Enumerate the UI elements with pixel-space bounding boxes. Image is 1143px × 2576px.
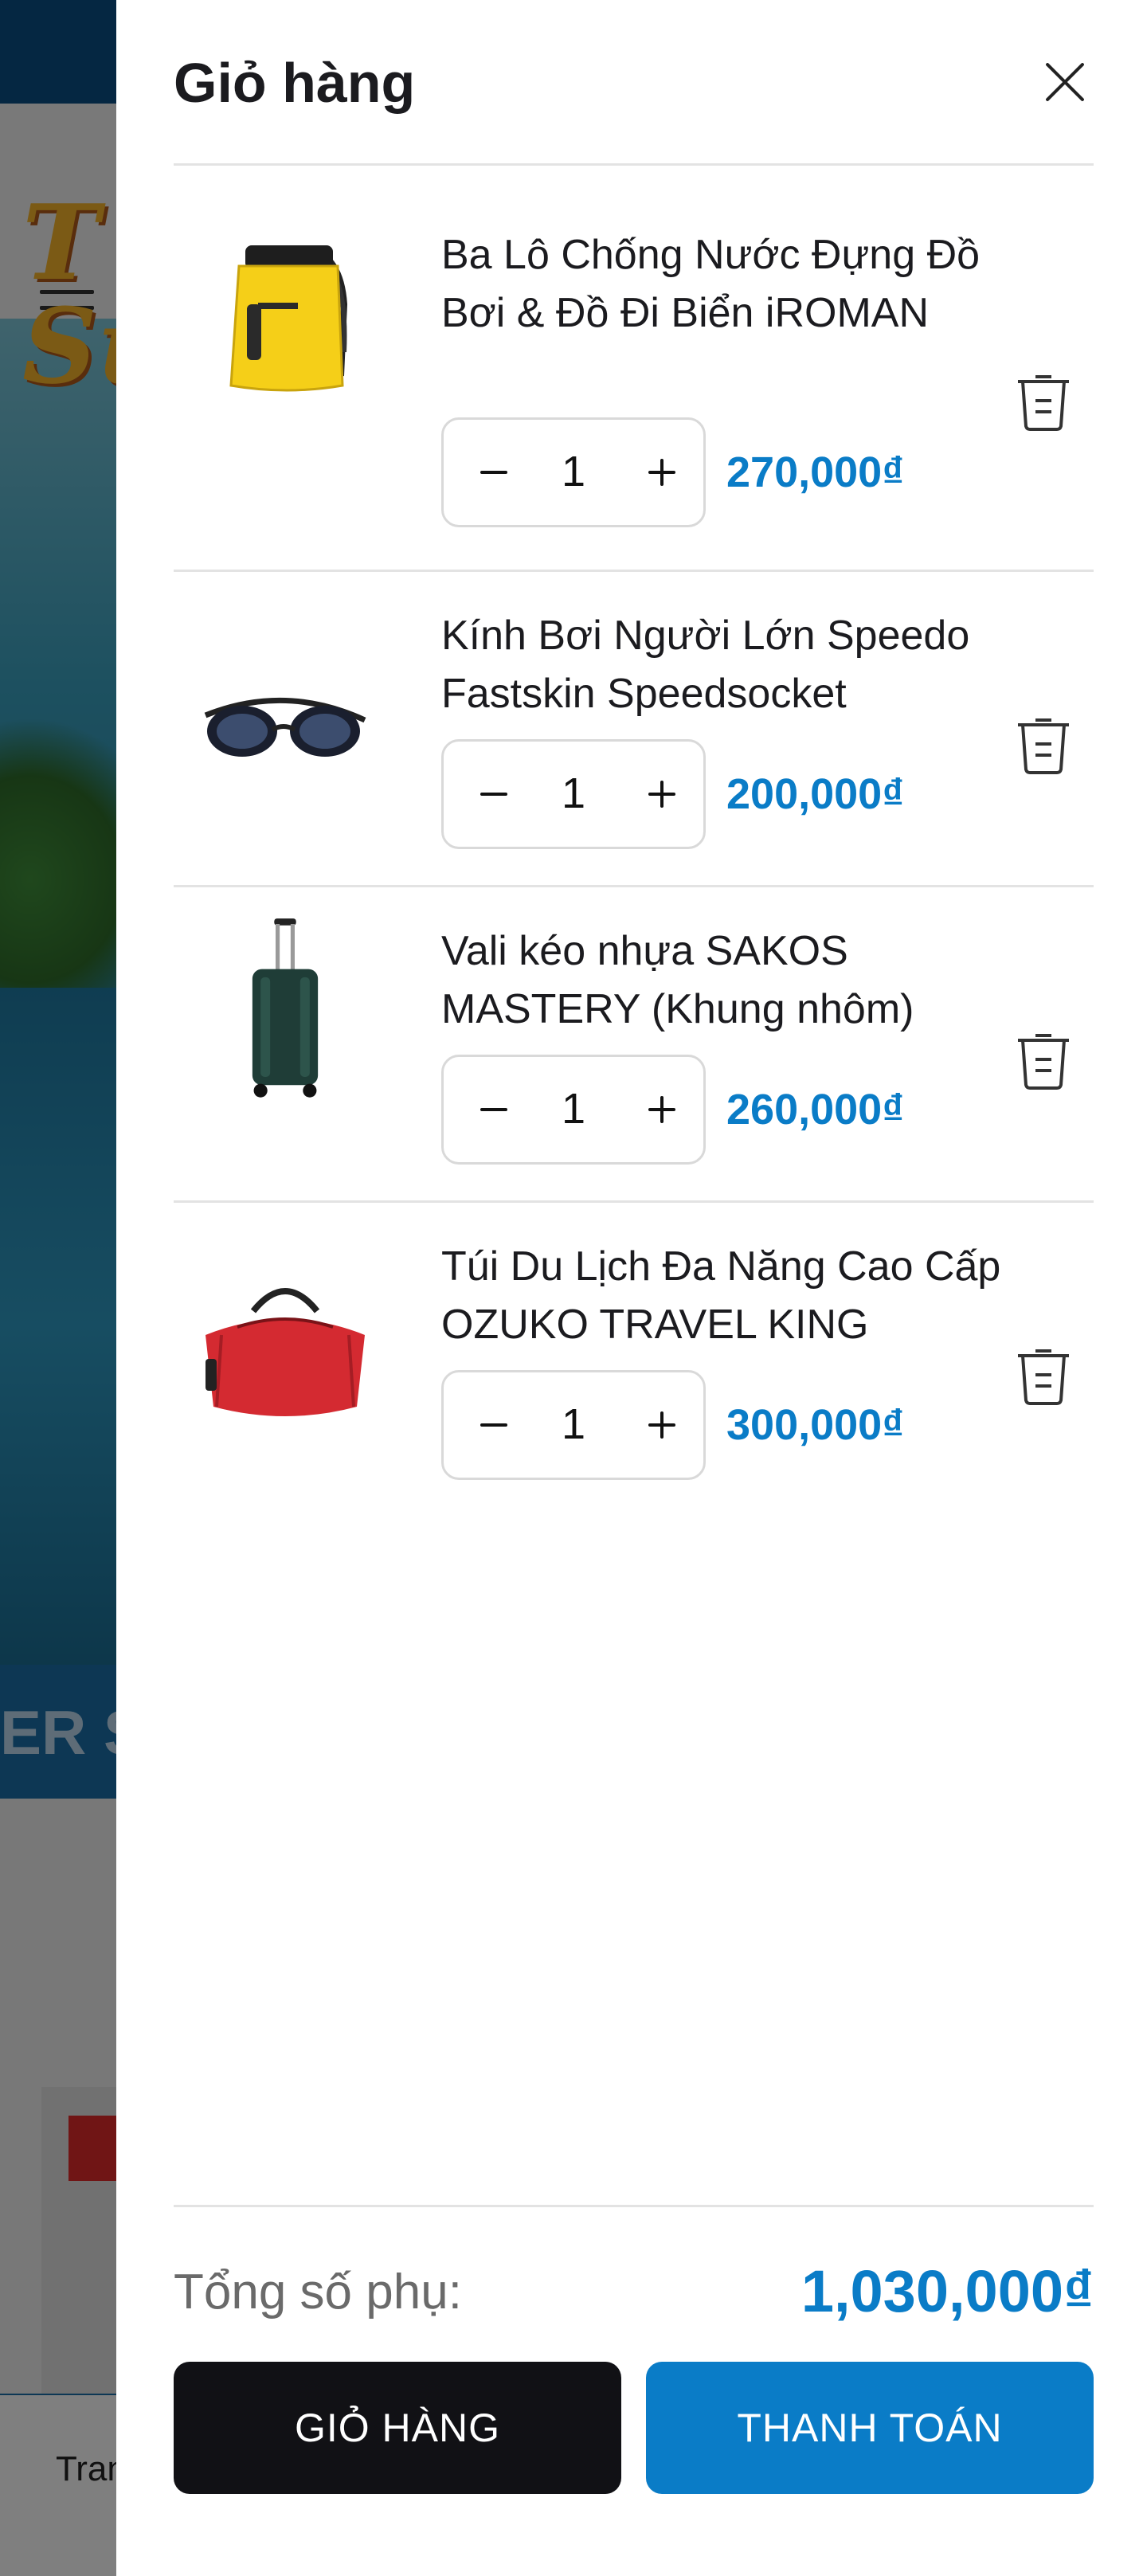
plus-icon[interactable]	[641, 452, 683, 493]
quantity-stepper: 1	[441, 417, 706, 527]
product-name[interactable]: Túi Du Lịch Đa Năng Cao Cấp OZUKO TRAVEL…	[441, 1238, 1015, 1354]
view-cart-button[interactable]: GIỎ HÀNG	[174, 2362, 621, 2494]
quantity-value[interactable]: 1	[538, 767, 609, 820]
cart-item: Túi Du Lịch Đa Năng Cao Cấp OZUKO TRAVEL…	[174, 1203, 1094, 1518]
quantity-value[interactable]: 1	[538, 1398, 609, 1450]
divider	[174, 2205, 1094, 2207]
cart-title: Giỏ hàng	[174, 52, 416, 114]
product-name[interactable]: Ba Lô Chống Nước Đựng Đồ Bơi & Đồ Đi Biể…	[441, 226, 1015, 343]
product-name[interactable]: Vali kéo nhựa SAKOS MASTERY (Khung nhôm)	[441, 922, 1015, 1039]
subtotal-label: Tổng số phụ:	[174, 2265, 462, 2320]
close-icon[interactable]	[1036, 53, 1092, 108]
product-image-goggles[interactable]	[190, 628, 381, 819]
trash-icon[interactable]	[1013, 712, 1074, 776]
plus-icon[interactable]	[641, 1404, 683, 1446]
cart-item: Vali kéo nhựa SAKOS MASTERY (Khung nhôm)…	[174, 887, 1094, 1203]
cart-item: Ba Lô Chống Nước Đựng Đồ Bơi & Đồ Đi Biể…	[174, 166, 1094, 572]
plus-icon[interactable]	[641, 1089, 683, 1130]
trash-icon[interactable]	[1013, 369, 1074, 433]
minus-icon[interactable]	[476, 1404, 517, 1446]
quantity-value[interactable]: 1	[538, 445, 609, 498]
trash-icon[interactable]	[1013, 1343, 1074, 1407]
product-image-backpack[interactable]	[190, 217, 381, 408]
plus-icon[interactable]	[641, 773, 683, 815]
minus-icon[interactable]	[476, 773, 517, 815]
product-price: 200,000₫	[726, 770, 904, 818]
quantity-stepper: 1	[441, 1055, 706, 1165]
subtotal-value: 1,030,000₫	[800, 2258, 1094, 2324]
cart-item-list: Ba Lô Chống Nước Đựng Đồ Bơi & Đồ Đi Biể…	[174, 166, 1094, 1518]
minus-icon[interactable]	[476, 1089, 517, 1130]
product-price: 270,000₫	[726, 448, 904, 496]
product-price: 300,000₫	[726, 1401, 904, 1449]
quantity-stepper: 1	[441, 1370, 706, 1480]
cart-drawer: Giỏ hàng Ba Lô Chống Nước Đựng Đồ Bơi & …	[116, 0, 1143, 2576]
product-name[interactable]: Kính Bơi Người Lớn Speedo Fastskin Speed…	[441, 607, 1015, 723]
trash-icon[interactable]	[1013, 1028, 1074, 1091]
quantity-stepper: 1	[441, 739, 706, 849]
product-image-suitcase[interactable]	[190, 914, 381, 1106]
quantity-value[interactable]: 1	[538, 1082, 609, 1135]
cart-item: Kính Bơi Người Lớn Speedo Fastskin Speed…	[174, 572, 1094, 887]
minus-icon[interactable]	[476, 452, 517, 493]
checkout-button[interactable]: THANH TOÁN	[646, 2362, 1094, 2494]
product-price: 260,000₫	[726, 1086, 904, 1133]
product-image-duffel-bag[interactable]	[190, 1247, 381, 1439]
